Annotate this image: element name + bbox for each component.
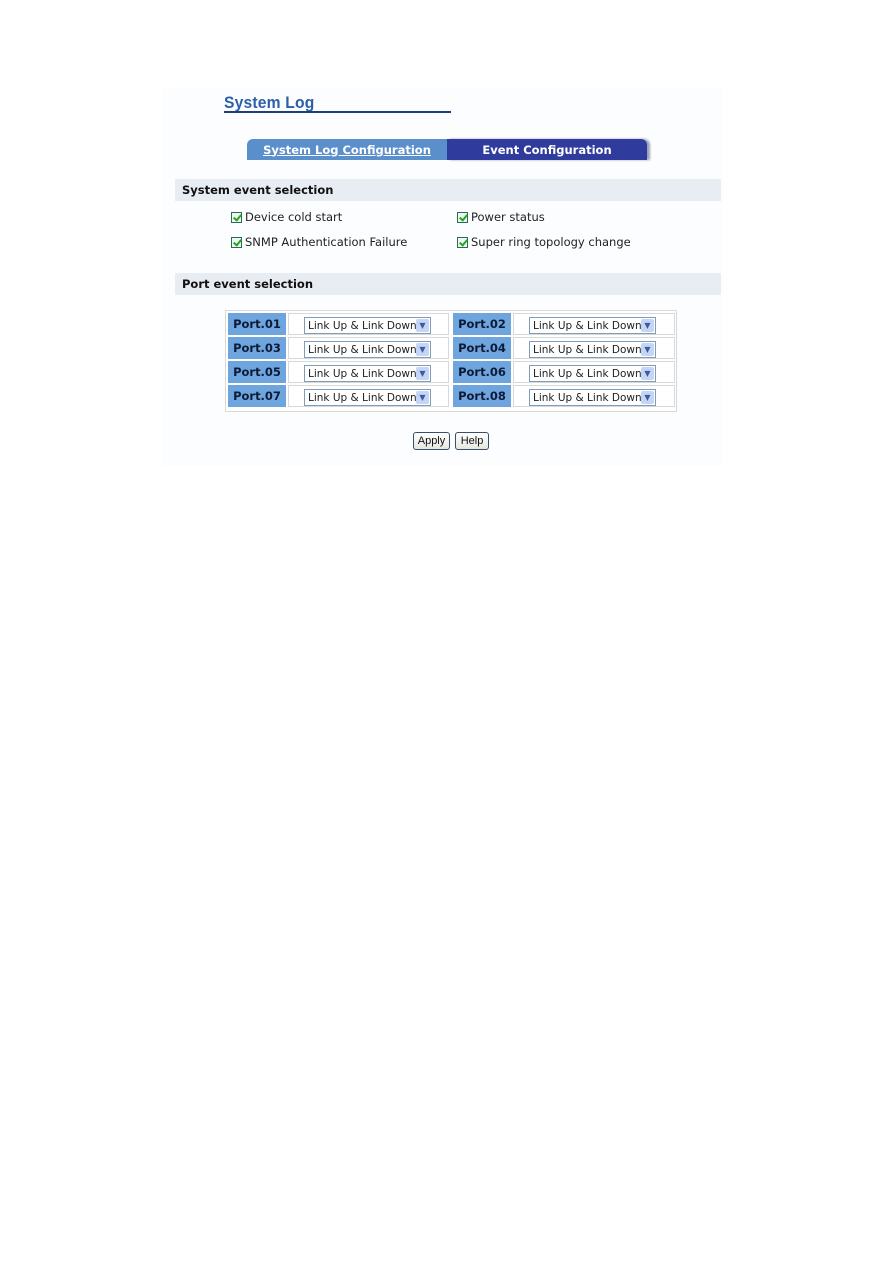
checkmark-icon[interactable] [457, 236, 468, 248]
table-row: Port.03 Link Up & Link Down ▼ Port.04 Li… [228, 337, 675, 360]
checkmark-icon[interactable] [231, 211, 242, 223]
port-label: Port.06 [453, 361, 511, 383]
port-02-event-select[interactable]: Link Up & Link Down ▼ [529, 317, 656, 334]
chevron-down-icon[interactable]: ▼ [416, 367, 429, 380]
table-row: Port.01 Link Up & Link Down ▼ Port.02 Li… [228, 313, 675, 336]
tab-event-configuration[interactable]: Event Configuration [447, 139, 647, 160]
chevron-down-icon[interactable]: ▼ [641, 391, 654, 404]
port-06-event-select[interactable]: Link Up & Link Down ▼ [529, 365, 656, 382]
title-underline [224, 111, 451, 113]
checkmark-icon[interactable] [231, 236, 242, 248]
port-cell: Link Up & Link Down ▼ [513, 313, 675, 335]
port-label: Port.03 [228, 337, 286, 359]
port-cell: Link Up & Link Down ▼ [513, 361, 675, 383]
chevron-down-icon[interactable]: ▼ [641, 319, 654, 332]
apply-button[interactable]: Apply [413, 432, 450, 450]
port-label: Port.04 [453, 337, 511, 359]
page-title: System Log [224, 93, 315, 112]
help-button[interactable]: Help [455, 432, 489, 450]
system-event-heading: System event selection [175, 179, 721, 201]
port-event-heading: Port event selection [175, 273, 721, 295]
checkbox-label: Device cold start [245, 210, 343, 224]
select-value: Link Up & Link Down [533, 343, 642, 356]
port-05-event-select[interactable]: Link Up & Link Down ▼ [304, 365, 431, 382]
checkbox-device-cold-start[interactable]: Device cold start [231, 210, 342, 224]
chevron-down-icon[interactable]: ▼ [416, 343, 429, 356]
select-value: Link Up & Link Down [308, 391, 417, 404]
port-label: Port.02 [453, 313, 511, 335]
port-cell: Link Up & Link Down ▼ [288, 313, 449, 335]
chevron-down-icon[interactable]: ▼ [416, 391, 429, 404]
chevron-down-icon[interactable]: ▼ [641, 367, 654, 380]
port-label: Port.01 [228, 313, 286, 335]
checkbox-label: SNMP Authentication Failure [245, 235, 408, 249]
select-value: Link Up & Link Down [308, 367, 417, 380]
port-01-event-select[interactable]: Link Up & Link Down ▼ [304, 317, 431, 334]
checkbox-label: Power status [471, 210, 545, 224]
checkbox-power-status[interactable]: Power status [457, 210, 545, 224]
chevron-down-icon[interactable]: ▼ [416, 319, 429, 332]
checkmark-icon[interactable] [457, 211, 468, 223]
port-label: Port.08 [453, 385, 511, 407]
port-label: Port.05 [228, 361, 286, 383]
port-07-event-select[interactable]: Link Up & Link Down ▼ [304, 389, 431, 406]
select-value: Link Up & Link Down [533, 391, 642, 404]
port-04-event-select[interactable]: Link Up & Link Down ▼ [529, 341, 656, 358]
table-row: Port.07 Link Up & Link Down ▼ Port.08 Li… [228, 385, 675, 408]
port-cell: Link Up & Link Down ▼ [288, 385, 449, 407]
port-08-event-select[interactable]: Link Up & Link Down ▼ [529, 389, 656, 406]
checkbox-super-ring-topology[interactable]: Super ring topology change [457, 235, 631, 249]
select-value: Link Up & Link Down [308, 319, 417, 332]
select-value: Link Up & Link Down [308, 343, 417, 356]
tab-bar: System Log Configuration Event Configura… [247, 139, 647, 160]
port-event-table: Port.01 Link Up & Link Down ▼ Port.02 Li… [225, 310, 677, 412]
select-value: Link Up & Link Down [533, 367, 642, 380]
checkbox-label: Super ring topology change [471, 235, 631, 249]
chevron-down-icon[interactable]: ▼ [641, 343, 654, 356]
tab-system-log-configuration[interactable]: System Log Configuration [247, 139, 447, 160]
port-cell: Link Up & Link Down ▼ [513, 337, 675, 359]
port-cell: Link Up & Link Down ▼ [288, 361, 449, 383]
port-03-event-select[interactable]: Link Up & Link Down ▼ [304, 341, 431, 358]
select-value: Link Up & Link Down [533, 319, 642, 332]
port-cell: Link Up & Link Down ▼ [288, 337, 449, 359]
port-cell: Link Up & Link Down ▼ [513, 385, 675, 407]
checkbox-snmp-auth-failure[interactable]: SNMP Authentication Failure [231, 235, 407, 249]
table-row: Port.05 Link Up & Link Down ▼ Port.06 Li… [228, 361, 675, 384]
port-label: Port.07 [228, 385, 286, 407]
